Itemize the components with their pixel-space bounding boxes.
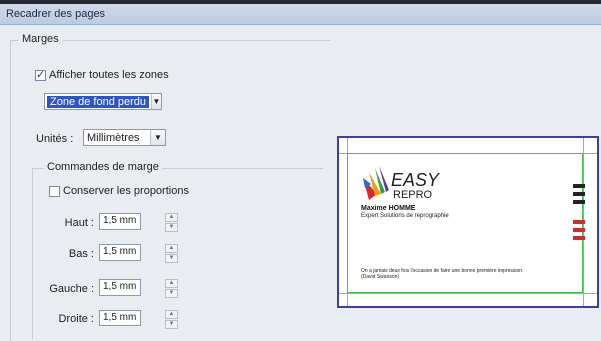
left-margin-stepper[interactable]: ▲ ▼	[165, 279, 178, 298]
margin-controls-legend: Commandes de marge	[44, 161, 162, 173]
page-preview: EASY REPRO Maxime HOMME Expert Solutions…	[337, 136, 599, 308]
spin-up-icon[interactable]: ▲	[165, 244, 178, 253]
keep-proportions-label: Conserver les proportions	[63, 185, 189, 197]
left-margin-input[interactable]: 1,5 mm	[99, 279, 141, 296]
bottom-margin-input[interactable]: 1,5 mm	[99, 244, 141, 261]
spin-up-icon[interactable]: ▲	[165, 213, 178, 222]
bottom-margin-stepper[interactable]: ▲ ▼	[165, 244, 178, 263]
card-quote-author: (David Swanson)	[361, 274, 400, 280]
logo-text-easy: EASY	[391, 170, 441, 190]
zone-select-value: Zone de fond perdu	[47, 95, 150, 108]
logo-text-repro: REPRO	[393, 189, 433, 201]
spin-down-icon[interactable]: ▼	[165, 289, 178, 298]
color-swatch	[573, 228, 585, 232]
top-margin-stepper[interactable]: ▲ ▼	[165, 213, 178, 232]
spin-down-icon[interactable]: ▼	[165, 254, 178, 263]
checkbox-box[interactable]	[49, 185, 60, 197]
title-bar: Recadrer des pages	[0, 4, 601, 25]
color-swatch	[573, 220, 585, 224]
show-all-zones-checkbox[interactable]: ✓ Afficher toutes les zones	[35, 69, 169, 81]
right-margin-stepper[interactable]: ▲ ▼	[165, 310, 178, 329]
units-select[interactable]: Millimètres ▼	[83, 129, 166, 146]
show-all-zones-label: Afficher toutes les zones	[49, 69, 169, 81]
zone-select[interactable]: Zone de fond perdu ▼	[44, 93, 162, 110]
right-margin-input[interactable]: 1,5 mm	[99, 310, 141, 326]
keep-proportions-checkbox[interactable]: Conserver les proportions	[49, 185, 189, 197]
checkmark-icon: ✓	[36, 68, 46, 81]
spin-down-icon[interactable]: ▼	[165, 320, 178, 329]
window-title: Recadrer des pages	[6, 8, 106, 20]
guide-line	[339, 293, 597, 294]
top-margin-label: Haut :	[64, 217, 94, 229]
card-role: Expert Solutions de reprographie	[361, 213, 449, 219]
color-swatch	[573, 184, 585, 188]
right-margin-label: Droite :	[58, 313, 94, 325]
chevron-down-icon[interactable]: ▼	[150, 130, 165, 145]
color-swatch	[573, 192, 585, 196]
spin-down-icon[interactable]: ▼	[165, 223, 178, 232]
chevron-down-icon[interactable]: ▼	[151, 94, 161, 109]
spin-up-icon[interactable]: ▲	[165, 310, 178, 319]
color-swatch	[573, 236, 585, 240]
units-label: Unités :	[36, 133, 74, 145]
spin-up-icon[interactable]: ▲	[165, 279, 178, 288]
bottom-margin-label: Bas :	[68, 248, 94, 260]
checkbox-box[interactable]: ✓	[35, 68, 46, 81]
easy-repro-logo: EASY REPRO	[363, 166, 441, 201]
card-name: Maxime HOMME	[361, 205, 416, 212]
left-margin-label: Gauche :	[49, 283, 94, 295]
color-swatch	[573, 200, 585, 204]
units-select-value: Millimètres	[87, 131, 140, 144]
margins-legend: Marges	[18, 33, 63, 45]
top-margin-input[interactable]: 1,5 mm	[99, 213, 141, 230]
